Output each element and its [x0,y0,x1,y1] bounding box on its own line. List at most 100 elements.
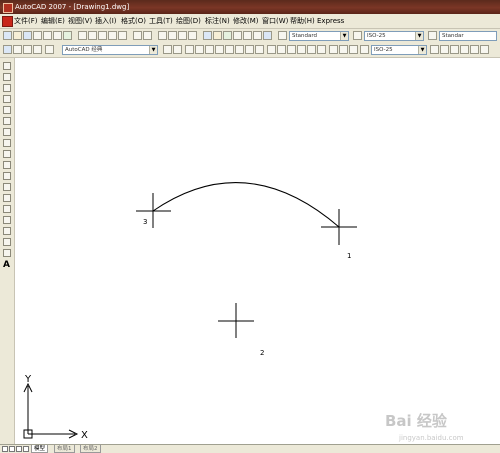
dim-style-icon[interactable] [360,45,369,54]
sheet-set-icon[interactable] [233,31,242,40]
revcloud-icon[interactable] [3,139,11,147]
publish-icon[interactable] [63,31,72,40]
dimension-update-icon[interactable] [349,45,358,54]
dim-style-icon[interactable] [353,31,362,40]
workspace-icon[interactable] [3,45,12,54]
dimension-style-select[interactable]: ISO-25 ▼ [371,45,427,55]
construction-line-icon[interactable] [3,73,11,81]
layer-color-icon[interactable] [460,45,469,54]
match-properties-icon[interactable] [108,31,117,40]
menu-tools[interactable]: 工具(T) [149,14,173,28]
layer-state-icon[interactable] [45,45,54,54]
paste-icon[interactable] [98,31,107,40]
menu-draw[interactable]: 绘图(D) [176,14,201,28]
region-icon[interactable] [3,238,11,246]
properties-icon[interactable] [203,31,212,40]
ellipse-arc-icon[interactable] [3,172,11,180]
insert-block-icon[interactable] [3,183,11,191]
radius-dimension-icon[interactable] [225,45,234,54]
text-style-select[interactable]: Standard ▼ [289,31,349,41]
menu-edit[interactable]: 编辑(E) [41,14,65,28]
make-block-icon[interactable] [3,194,11,202]
menu-view[interactable]: 视图(V) [68,14,92,28]
ordinate-icon[interactable] [215,45,224,54]
baseline-dimension-icon[interactable] [277,45,286,54]
next-tab-icon[interactable] [16,446,22,452]
open-file-icon[interactable] [13,31,22,40]
quick-leader-icon[interactable] [297,45,306,54]
print-preview-icon[interactable] [43,31,52,40]
layer-previous-icon[interactable] [163,45,172,54]
menu-insert[interactable]: 插入(I) [95,14,117,28]
document-menu-icon[interactable] [2,16,13,27]
save-workspace-icon[interactable] [13,45,22,54]
autocad-app-icon[interactable] [3,3,13,13]
gradient-icon[interactable] [3,227,11,235]
cut-icon[interactable] [78,31,87,40]
menu-modify[interactable]: 修改(M) [233,14,259,28]
menu-help[interactable]: 帮助(H) [290,14,315,28]
block-editor-icon[interactable] [118,31,127,40]
layer-extra-icon[interactable] [480,45,489,54]
last-tab-icon[interactable] [23,446,29,452]
zoom-window-icon[interactable] [178,31,187,40]
table-style-icon[interactable] [428,31,437,40]
menu-express[interactable]: Express [317,14,344,28]
tolerance-icon[interactable] [307,45,316,54]
dimension-edit-icon[interactable] [329,45,338,54]
menu-window[interactable]: 窗口(W) [262,14,288,28]
menu-dimension[interactable]: 标注(N) [205,14,230,28]
new-file-icon[interactable] [3,31,12,40]
linear-dimension-icon[interactable] [185,45,194,54]
arc-entity[interactable] [152,182,340,228]
table-icon[interactable] [3,249,11,257]
plot-icon[interactable] [53,31,62,40]
angular-dimension-icon[interactable] [255,45,264,54]
text-style-icon[interactable] [278,31,287,40]
layer-dropdown-icon[interactable] [470,45,479,54]
layer-toggle-icon[interactable] [173,45,182,54]
mtext-icon[interactable]: A [3,260,10,270]
chevron-down-icon[interactable]: ▼ [418,46,426,54]
point-marker-3[interactable] [136,193,171,228]
dimension-text-edit-icon[interactable] [339,45,348,54]
workspace-select[interactable]: AutoCAD 经典 ▼ [62,45,158,55]
arc-length-icon[interactable] [205,45,214,54]
zoom-previous-icon[interactable] [188,31,197,40]
circle-icon[interactable] [3,128,11,136]
quick-dimension-icon[interactable] [267,45,276,54]
zoom-realtime-icon[interactable] [168,31,177,40]
center-mark-icon[interactable] [317,45,326,54]
table-style-select[interactable]: Standar [439,31,497,41]
arc-icon[interactable] [3,117,11,125]
tool-palettes-icon[interactable] [223,31,232,40]
chevron-down-icon[interactable]: ▼ [415,32,423,40]
jogged-icon[interactable] [235,45,244,54]
quickcalc-icon[interactable] [253,31,262,40]
drawing-canvas[interactable]: 3 1 2 Y X [15,58,500,444]
prev-tab-icon[interactable] [9,446,15,452]
ellipse-icon[interactable] [3,161,11,169]
layer-lock-icon[interactable] [450,45,459,54]
menu-file[interactable]: 文件(F) [14,14,38,28]
workspace-settings-icon[interactable] [23,45,32,54]
chevron-down-icon[interactable]: ▼ [149,46,157,54]
hatch-icon[interactable] [3,216,11,224]
redo-icon[interactable] [143,31,152,40]
spline-icon[interactable] [3,150,11,158]
help-icon[interactable] [263,31,272,40]
point-icon[interactable] [3,205,11,213]
layer-manager-icon[interactable] [33,45,42,54]
point-marker-1[interactable] [321,209,357,245]
dim-style-select[interactable]: ISO-25 ▼ [364,31,424,41]
aligned-dimension-icon[interactable] [195,45,204,54]
markup-icon[interactable] [243,31,252,40]
copy-icon[interactable] [88,31,97,40]
line-icon[interactable] [3,62,11,70]
polyline-icon[interactable] [3,84,11,92]
menu-format[interactable]: 格式(O) [121,14,146,28]
layer-bulb-icon[interactable] [430,45,439,54]
polygon-icon[interactable] [3,95,11,103]
layer-sun-icon[interactable] [440,45,449,54]
save-icon[interactable] [23,31,32,40]
